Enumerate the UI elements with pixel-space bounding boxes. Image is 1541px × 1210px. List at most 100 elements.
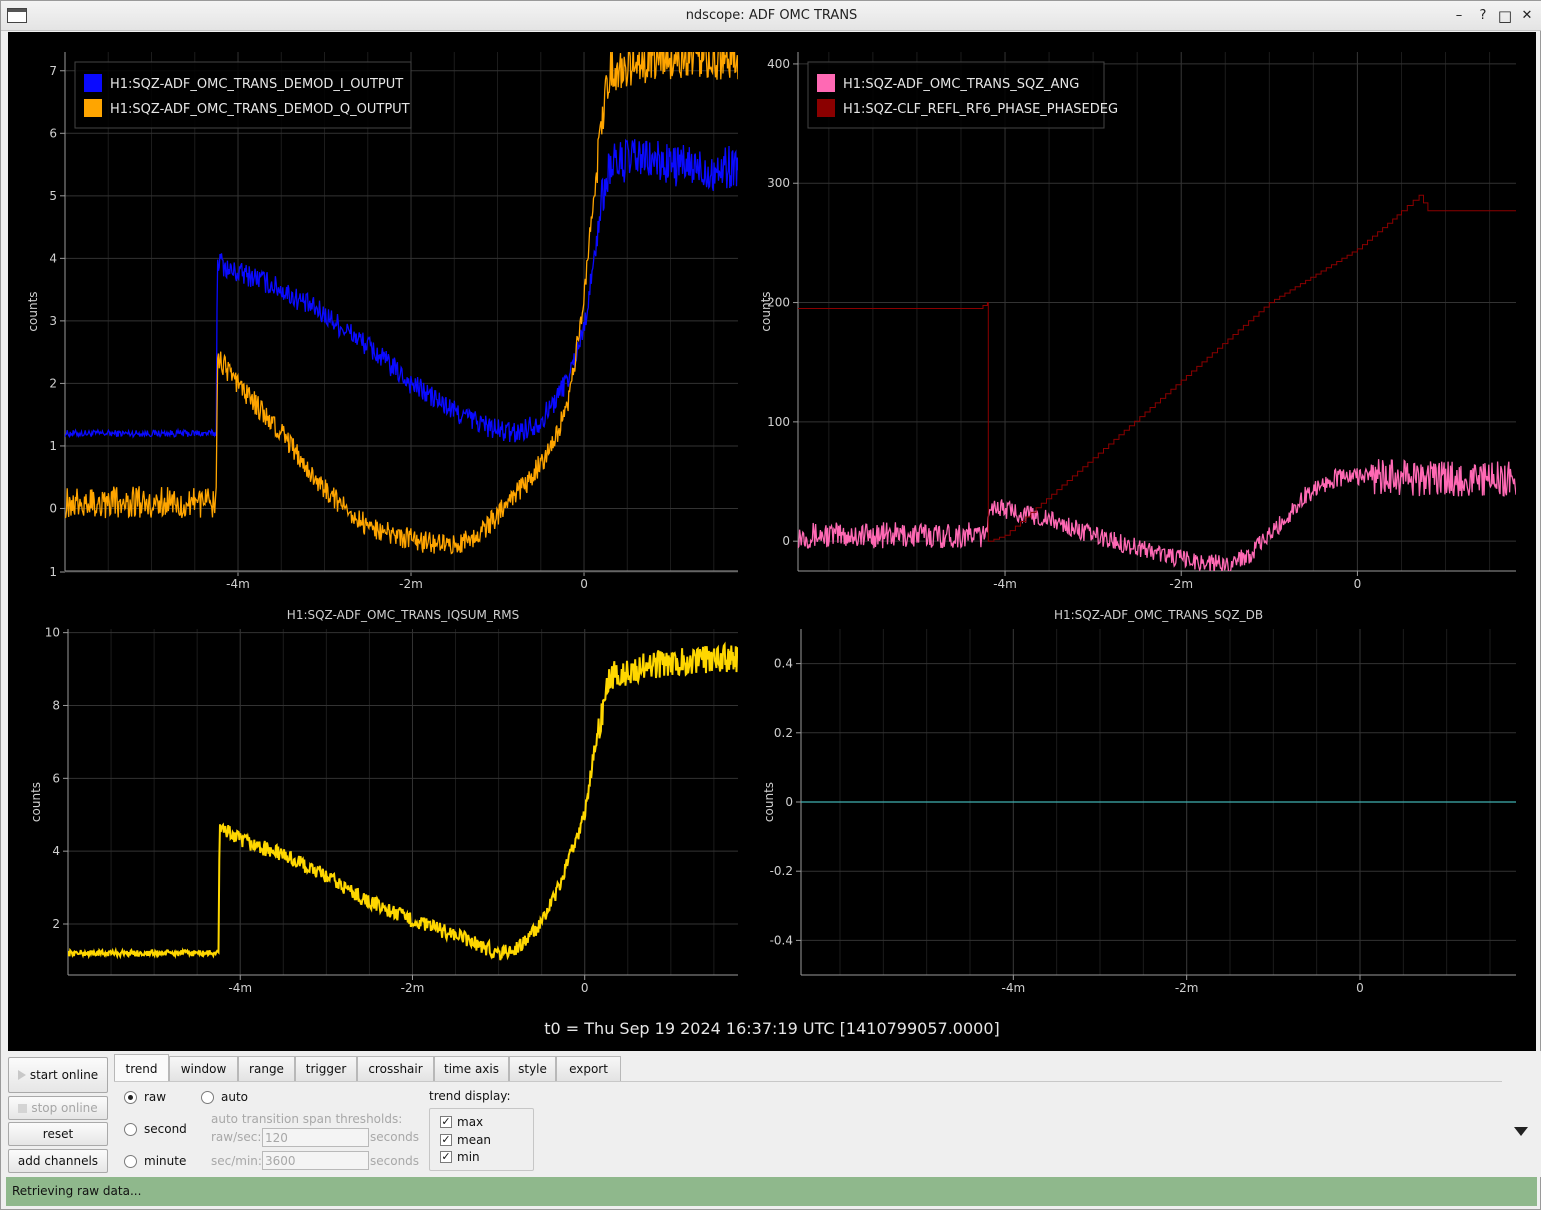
max-checkbox-box[interactable]: ✓ bbox=[440, 1116, 452, 1128]
reset-button[interactable]: reset bbox=[8, 1122, 108, 1146]
plot3-y-tick-label: 8 bbox=[52, 698, 60, 712]
tab-trigger[interactable]: trigger bbox=[295, 1056, 357, 1081]
plot1-x-tick-label: -4m bbox=[226, 577, 250, 591]
plot2-y-label: counts bbox=[759, 291, 773, 331]
tab-range[interactable]: range bbox=[238, 1056, 295, 1081]
stop-online-label: stop online bbox=[31, 1101, 98, 1115]
mean-checkbox-box[interactable]: ✓ bbox=[440, 1134, 452, 1146]
minimize-button[interactable]: – bbox=[1450, 6, 1468, 26]
plot1-y-label: counts bbox=[26, 291, 40, 331]
plot3-x-tick-label: 0 bbox=[581, 981, 589, 995]
plot4-y-tick-label: 0 bbox=[785, 795, 793, 809]
plot1-series-1[interactable] bbox=[65, 138, 738, 443]
plot1-y-tick-label: 7 bbox=[49, 64, 57, 78]
plot1-legend-box bbox=[74, 61, 412, 129]
plot4-title: H1:SQZ-ADF_OMC_TRANS_SQZ_DB bbox=[1054, 608, 1263, 622]
mean-checkbox-label: mean bbox=[457, 1133, 492, 1147]
plot3-y-tick-label: 2 bbox=[52, 917, 60, 931]
plot4-y-tick-label: -0.4 bbox=[770, 933, 793, 947]
tab-crosshair[interactable]: crosshair bbox=[357, 1056, 434, 1081]
raw-sec-unit: seconds bbox=[370, 1130, 420, 1144]
plot2[interactable]: -4m -2m 00100200300400countsH1:SQZ-ADF_OMC… bbox=[759, 52, 1516, 591]
plot2-series-2[interactable] bbox=[798, 194, 1516, 542]
plot1-y-tick-label: 0 bbox=[49, 501, 57, 515]
plot3-x-tick-label: -4m bbox=[228, 981, 252, 995]
plots-canvas[interactable]: -4m -2m 0101234567countsH1:SQZ-ADF_OMC_TRA… bbox=[8, 32, 1536, 1051]
close-button[interactable]: ✕ bbox=[1518, 6, 1536, 26]
minute-radio-dot[interactable] bbox=[124, 1155, 137, 1168]
plot1-x-tick-label: -2m bbox=[399, 577, 423, 591]
tab-window[interactable]: window bbox=[169, 1056, 238, 1081]
t0-label: t0 = Thu Sep 19 2024 16:37:19 UTC [14107… bbox=[544, 1019, 1000, 1038]
plot2-x-tick-label: -4m bbox=[993, 577, 1017, 591]
sec-min-label: sec/min: bbox=[211, 1154, 262, 1168]
plot2-legend-label: H1:SQZ-CLF_REFL_RF6_PHASE_PHASEDEG bbox=[843, 102, 1118, 117]
plot3-x-tick-label: -2m bbox=[401, 981, 425, 995]
sec-min-unit: seconds bbox=[370, 1154, 420, 1168]
plot1-y-tick-label: 1 bbox=[49, 565, 57, 579]
plot1-legend-swatch bbox=[84, 74, 102, 92]
min-checkbox-box[interactable]: ✓ bbox=[440, 1151, 452, 1163]
plot1-y-tick-label: 4 bbox=[49, 251, 57, 265]
help-button[interactable]: ? bbox=[1474, 6, 1492, 26]
expand-down-icon[interactable] bbox=[1514, 1127, 1528, 1136]
raw-sec-label: raw/sec: bbox=[211, 1130, 262, 1144]
plot4-x-tick-label: 0 bbox=[1356, 981, 1364, 995]
plot4-y-tick-label: -0.2 bbox=[770, 864, 793, 878]
tab-trend[interactable]: trend bbox=[114, 1054, 169, 1081]
plot1-x-tick-label: 0 bbox=[580, 577, 588, 591]
stop-online-button[interactable]: stop online bbox=[8, 1096, 108, 1120]
plot-area[interactable]: -4m -2m 0 1 0 1 2 3 4 5 6 7 counts H1:SQZ-ADF_OMC_TRA… bbox=[8, 32, 1536, 1051]
plot3-y-label: counts bbox=[29, 782, 43, 822]
plot2-legend-swatch bbox=[817, 74, 835, 92]
tab-export[interactable]: export bbox=[556, 1056, 621, 1081]
auto-thresholds-label: auto transition span thresholds: bbox=[211, 1112, 403, 1126]
plot1-legend[interactable]: H1:SQZ-ADF_OMC_TRANS_DEMOD_I_OUTPUT H1:SQ… bbox=[74, 61, 412, 129]
status-bar: Retrieving raw data... bbox=[6, 1177, 1537, 1206]
ndscope-window: ndscope: ADF OMC TRANS – ? □ ✕ -4m -2m 0 1 0… bbox=[0, 0, 1541, 1210]
plot4-x-tick-label: -4m bbox=[1002, 981, 1026, 995]
plot3[interactable]: -4m -2m 0 2 4 6 8 10 counts H1:SQZ-ADF_OMC_TRANS_… bbox=[29, 608, 738, 995]
window-title: ndscope: ADF OMC TRANS bbox=[685, 8, 858, 23]
plot2-x-tick-label: 0 bbox=[1354, 577, 1362, 591]
auto-radio-label: auto bbox=[221, 1090, 249, 1104]
plot2-y-tick-label: 100 bbox=[767, 415, 790, 429]
plot3-y-tick-label: 4 bbox=[52, 844, 60, 858]
plot1-y-tick-label: 6 bbox=[49, 126, 57, 140]
second-radio-dot[interactable] bbox=[124, 1123, 137, 1136]
sec-min-input[interactable] bbox=[262, 1151, 369, 1170]
plot3-title: H1:SQZ-ADF_OMC_TRANS_IQSUM_RMS bbox=[287, 608, 519, 622]
min-checkbox-label: min bbox=[457, 1150, 480, 1164]
tab-time-axis[interactable]: time axis bbox=[434, 1056, 509, 1081]
plot1-legend-label: H1:SQZ-ADF_OMC_TRANS_DEMOD_Q_OUTPUT bbox=[110, 102, 410, 117]
play-icon bbox=[17, 1070, 26, 1080]
title-bar[interactable]: ndscope: ADF OMC TRANS – ? □ ✕ bbox=[1, 1, 1541, 31]
plot4-y-tick-label: 0.2 bbox=[774, 726, 793, 740]
plot2-legend[interactable]: H1:SQZ-ADF_OMC_TRANS_SQZ_ANG H1:SQZ-CLF_R… bbox=[807, 61, 1118, 129]
plot4-x-tick-label: -2m bbox=[1175, 981, 1199, 995]
second-radio-label: second bbox=[144, 1122, 187, 1136]
plot1[interactable]: -4m -2m 0 1 0 1 2 3 4 5 6 7 counts H1:SQZ-ADF_OMC_TRA… bbox=[26, 37, 738, 591]
plot3-y-tick-label: 10 bbox=[45, 626, 60, 640]
auto-radio-dot[interactable] bbox=[201, 1091, 214, 1104]
plot1-y-tick-label: 2 bbox=[49, 376, 57, 390]
plot2-legend-box bbox=[807, 61, 1105, 129]
tab-style[interactable]: style bbox=[509, 1056, 556, 1081]
plot2-series-1[interactable] bbox=[798, 459, 1516, 572]
plot4-y-label: counts bbox=[762, 782, 776, 822]
minute-radio-label: minute bbox=[144, 1154, 187, 1168]
plot2-y-tick-label: 300 bbox=[767, 176, 790, 190]
max-checkbox-label: max bbox=[457, 1115, 484, 1129]
raw-sec-input[interactable] bbox=[262, 1128, 369, 1147]
plot1-legend-swatch bbox=[84, 99, 102, 117]
plot2-legend-swatch bbox=[817, 99, 835, 117]
maximize-button[interactable]: □ bbox=[1496, 6, 1514, 26]
raw-radio-dot[interactable] bbox=[124, 1091, 137, 1104]
control-panel: start online stop online reset add chann… bbox=[1, 1051, 1541, 1177]
start-online-button[interactable]: start online bbox=[8, 1057, 108, 1093]
raw-radio-label: raw bbox=[144, 1090, 167, 1104]
plot4[interactable]: -4m -2m 0 0.4 0.2 0 -0.2 -0.4 counts H1:SQZ-ADF_O… bbox=[762, 608, 1516, 995]
plot3-series-1[interactable] bbox=[68, 641, 738, 961]
trend-display-group: ✓ max ✓ mean ✓ min bbox=[429, 1108, 534, 1171]
add-channels-button[interactable]: add channels bbox=[8, 1149, 108, 1173]
